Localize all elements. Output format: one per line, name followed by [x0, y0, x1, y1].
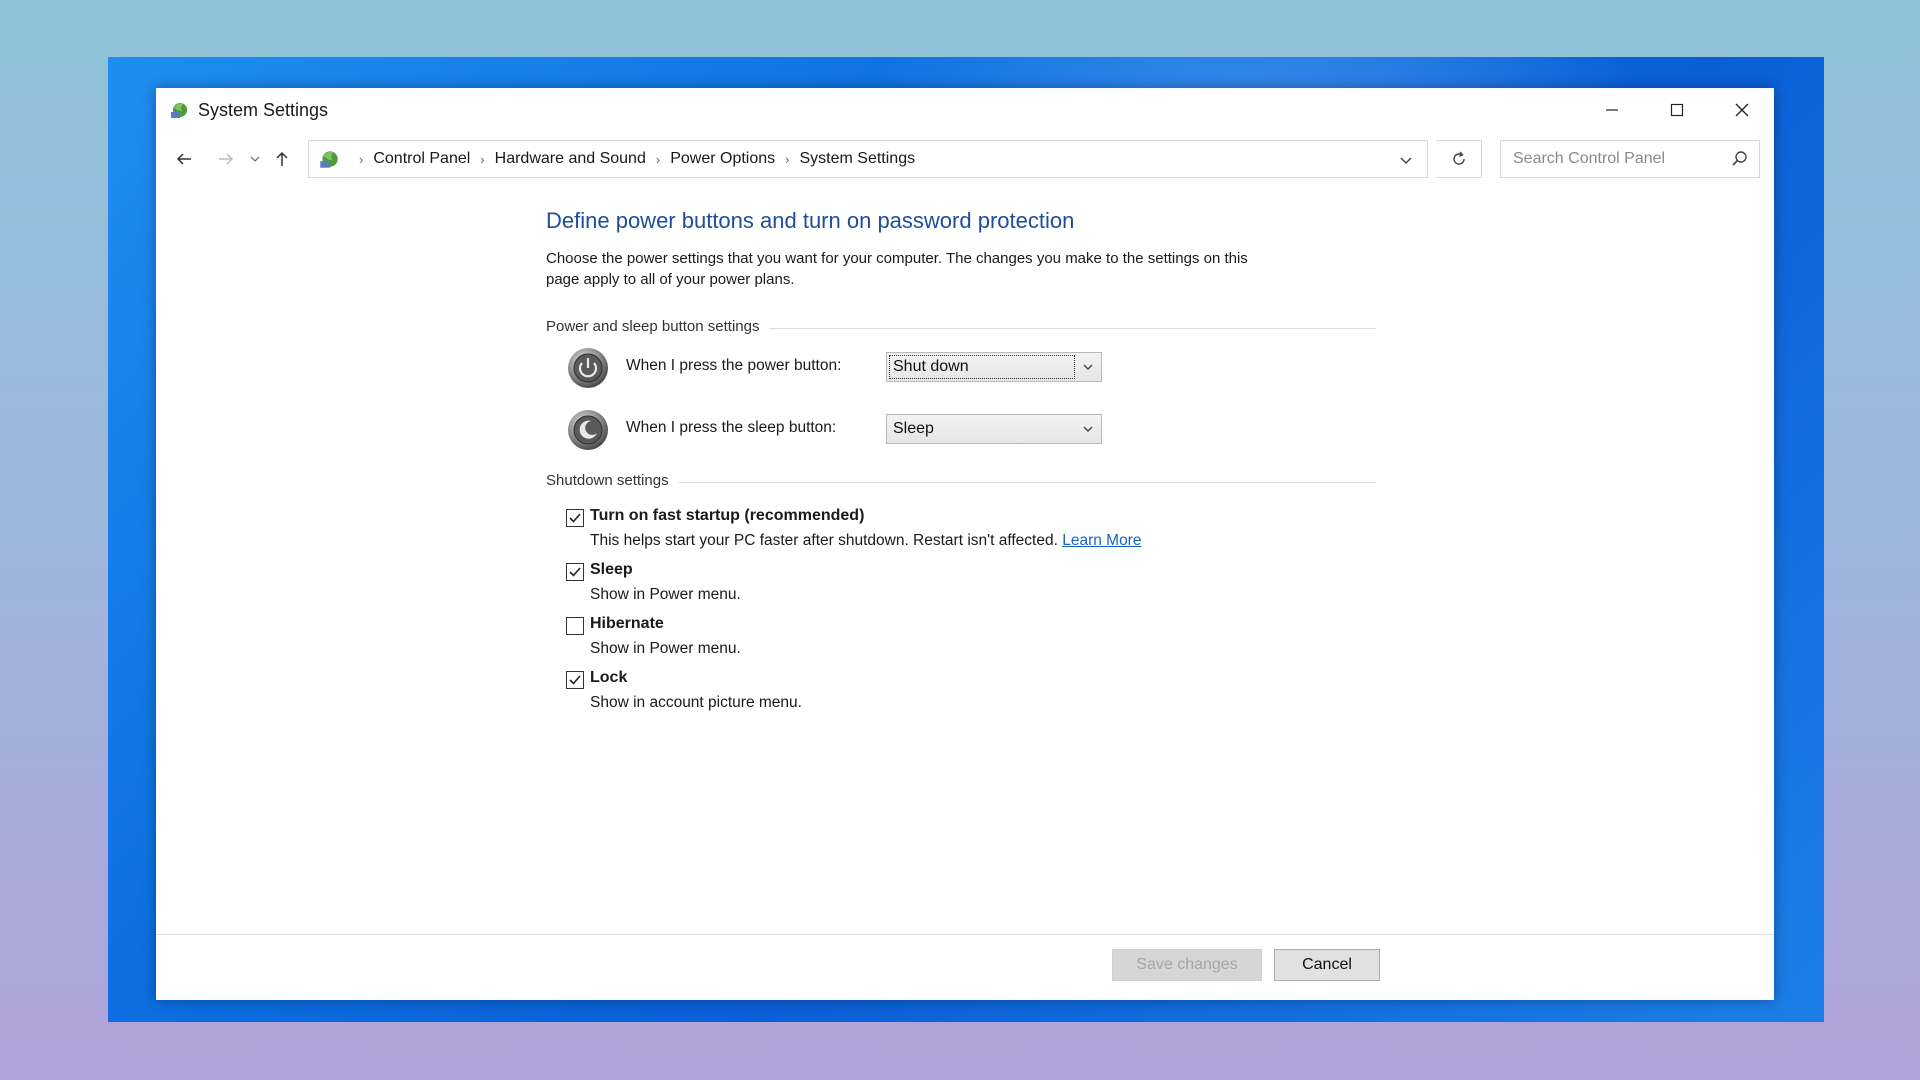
sleep-checkbox[interactable]: [566, 563, 584, 581]
cancel-button[interactable]: Cancel: [1274, 949, 1380, 981]
sleep-button-row: When I press the sleep button: Sleep: [546, 400, 1376, 462]
sleep-button-action-value: Sleep: [893, 420, 934, 437]
shutdown-options-list: Turn on fast startup (recommended) This …: [546, 506, 1376, 722]
power-group-header: Power and sleep button settings: [546, 318, 1376, 338]
power-button-action-select[interactable]: Shut down: [886, 352, 1102, 382]
fast-startup-label[interactable]: Turn on fast startup (recommended): [590, 507, 864, 525]
sleep-button-icon: [568, 410, 608, 450]
main-content: Define power buttons and turn on passwor…: [546, 208, 1376, 722]
breadcrumb-control-panel[interactable]: Control Panel: [373, 150, 470, 168]
refresh-button[interactable]: [1436, 140, 1482, 178]
up-button[interactable]: [268, 146, 296, 172]
page-description: Choose the power settings that you want …: [546, 248, 1376, 290]
close-button[interactable]: [1710, 88, 1774, 132]
fast-startup-description: This helps start your PC faster after sh…: [590, 532, 1141, 550]
close-icon: [1735, 103, 1749, 117]
lock-checkbox[interactable]: [566, 671, 584, 689]
navigation-bar: › Control Panel › Hardware and Sound › P…: [156, 138, 1774, 180]
list-item: Sleep Show in Power menu.: [566, 560, 1376, 614]
chevron-down-icon: [1083, 364, 1093, 370]
sleep-button-action-select[interactable]: Sleep: [886, 414, 1102, 444]
window-title: System Settings: [198, 100, 329, 120]
description-line-1: Choose the power settings that you want …: [546, 250, 1248, 267]
chevron-down-icon: [1083, 426, 1093, 432]
search-input[interactable]: [1501, 141, 1721, 177]
arrow-up-icon: [276, 151, 288, 166]
chevron-down-icon[interactable]: [1397, 151, 1415, 169]
power-button-label: When I press the power button:: [626, 357, 842, 374]
system-settings-window: System Settings › Control Panel › Hardwa…: [156, 88, 1774, 1000]
footer-bar: Save changes Cancel: [156, 934, 1774, 1000]
breadcrumb-separator-icon: ›: [785, 151, 790, 167]
hibernate-option-label[interactable]: Hibernate: [590, 615, 664, 633]
power-button-action-value: Shut down: [893, 358, 969, 375]
arrow-right-icon: [219, 153, 234, 165]
control-panel-icon: [320, 151, 338, 168]
breadcrumb-separator-icon: ›: [480, 151, 485, 167]
power-button-icon: [568, 348, 608, 388]
search-box: [1500, 140, 1760, 178]
list-item: Turn on fast startup (recommended) This …: [566, 506, 1376, 560]
refresh-icon: [1452, 151, 1465, 165]
chevron-down-icon: [250, 156, 260, 162]
sleep-button-label: When I press the sleep button:: [626, 419, 837, 436]
checkmark-icon: [569, 567, 581, 577]
shutdown-group-title: Shutdown settings: [546, 472, 679, 489]
breadcrumb-separator-icon: ›: [359, 151, 364, 167]
minimize-icon: [1606, 109, 1618, 111]
power-group-title: Power and sleep button settings: [546, 318, 770, 335]
hibernate-option-description: Show in Power menu.: [590, 640, 741, 657]
breadcrumb-hardware-and-sound[interactable]: Hardware and Sound: [495, 150, 646, 168]
shutdown-group-header: Shutdown settings: [546, 472, 1376, 492]
forward-button[interactable]: [212, 146, 240, 172]
description-line-2: page apply to all of your power plans.: [546, 271, 795, 288]
lock-option-description: Show in account picture menu.: [590, 694, 802, 711]
breadcrumb-separator-icon: ›: [655, 151, 661, 167]
checkmark-icon: [569, 675, 581, 685]
maximize-icon: [1670, 103, 1684, 117]
back-button[interactable]: [170, 146, 198, 172]
sleep-option-description: Show in Power menu.: [590, 586, 741, 603]
address-bar[interactable]: › Control Panel › Hardware and Sound › P…: [308, 140, 1428, 178]
arrow-left-icon: [176, 153, 191, 165]
recent-locations-button[interactable]: [246, 146, 264, 172]
learn-more-link[interactable]: Learn More: [1062, 532, 1141, 549]
fast-startup-checkbox[interactable]: [566, 509, 584, 527]
minimize-button[interactable]: [1580, 88, 1644, 132]
sleep-option-label[interactable]: Sleep: [590, 561, 633, 579]
page-heading: Define power buttons and turn on passwor…: [546, 208, 1075, 233]
save-changes-button[interactable]: Save changes: [1112, 949, 1262, 981]
breadcrumb-power-options[interactable]: Power Options: [670, 150, 775, 168]
control-panel-icon: [171, 103, 187, 118]
power-button-row: When I press the power button: Shut down: [546, 338, 1376, 400]
search-icon[interactable]: [1731, 150, 1749, 168]
list-item: Lock Show in account picture menu.: [566, 668, 1376, 722]
maximize-button[interactable]: [1645, 88, 1709, 132]
hibernate-checkbox[interactable]: [566, 617, 584, 635]
lock-option-label[interactable]: Lock: [590, 669, 627, 687]
list-item: Hibernate Show in Power menu.: [566, 614, 1376, 668]
checkmark-icon: [569, 513, 581, 523]
breadcrumb-system-settings[interactable]: System Settings: [799, 150, 915, 168]
title-bar: System Settings: [156, 88, 1774, 132]
fast-startup-description-text: This helps start your PC faster after sh…: [590, 532, 1058, 549]
